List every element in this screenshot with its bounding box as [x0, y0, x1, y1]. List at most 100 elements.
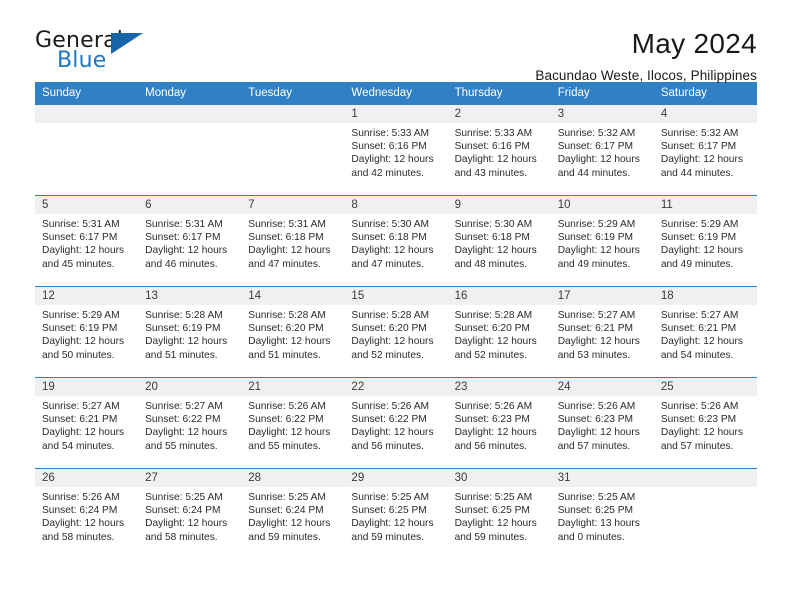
calendar-day-cell[interactable]: 31 Sunrise: 5:25 AM Sunset: 6:25 PM Dayligh…: [550, 469, 654, 559]
calendar-day-cell[interactable]: 11 Sunrise: 5:29 AM Sunset: 6:19 PM Dayligh…: [653, 196, 757, 286]
daylight-line-2: and 54 minutes.: [42, 440, 115, 452]
logo-triangle-icon: [111, 33, 143, 54]
daylight-line-1: Daylight: 12 hours: [557, 245, 640, 257]
calendar-week-row: 26 Sunrise: 5:26 AM Sunset: 6:24 PM Dayligh…: [35, 468, 757, 559]
daylight-line-2: and 46 minutes.: [145, 258, 218, 270]
daylight-line-1: Daylight: 12 hours: [557, 427, 640, 439]
calendar-day-cell[interactable]: 9 Sunrise: 5:30 AM Sunset: 6:18 PM Daylight…: [447, 196, 551, 286]
sunrise-line: Sunrise: 5:33 AM: [454, 128, 533, 139]
calendar-day-cell[interactable]: 28 Sunrise: 5:25 AM Sunset: 6:24 PM Dayligh…: [241, 469, 345, 559]
calendar-day-cell[interactable]: 5 Sunrise: 5:31 AM Sunset: 6:17 PM Daylight…: [35, 196, 139, 286]
calendar-day-cell[interactable]: 1 Sunrise: 5:33 AM Sunset: 6:16 PM Daylight…: [344, 105, 448, 195]
calendar-day-cell[interactable]: 13 Sunrise: 5:28 AM Sunset: 6:19 PM Dayligh…: [138, 287, 242, 377]
calendar-day-cell[interactable]: 20 Sunrise: 5:27 AM Sunset: 6:22 PM Dayligh…: [138, 378, 242, 468]
daylight-line-2: and 45 minutes.: [42, 258, 115, 270]
calendar-day-cell[interactable]: 17 Sunrise: 5:27 AM Sunset: 6:21 PM Dayligh…: [550, 287, 654, 377]
daylight-line-2: and 42 minutes.: [351, 167, 424, 179]
daylight-line-2: and 53 minutes.: [557, 349, 631, 361]
sunset-line: Sunset: 6:21 PM: [660, 323, 737, 335]
daylight-line-2: and 49 minutes.: [557, 258, 631, 270]
daylight-line-1: Daylight: 12 hours: [454, 245, 537, 257]
daylight-line-1: Daylight: 12 hours: [145, 336, 228, 348]
day-detail-text: Sunrise: 5:25 AM Sunset: 6:25 PM Daylight:…: [344, 487, 447, 544]
day-number: 8: [344, 196, 448, 214]
calendar-day-cell[interactable]: 12 Sunrise: 5:29 AM Sunset: 6:19 PM Dayligh…: [35, 287, 139, 377]
day-number: 28: [241, 469, 345, 487]
calendar-day-cell[interactable]: 19 Sunrise: 5:27 AM Sunset: 6:21 PM Dayligh…: [35, 378, 139, 468]
sunrise-line: Sunrise: 5:29 AM: [557, 219, 636, 230]
daylight-line-1: Daylight: 12 hours: [145, 427, 228, 439]
sunrise-line: Sunrise: 5:31 AM: [248, 219, 326, 230]
day-number: 24: [550, 378, 654, 396]
day-number: 13: [138, 287, 242, 305]
daylight-line-1: Daylight: 12 hours: [248, 245, 331, 257]
day-detail-text: Sunrise: 5:31 AM Sunset: 6:17 PM Daylight:…: [35, 214, 138, 271]
calendar-day-cell[interactable]: 21 Sunrise: 5:26 AM Sunset: 6:22 PM Dayligh…: [241, 378, 345, 468]
calendar-day-cell[interactable]: 7 Sunrise: 5:31 AM Sunset: 6:18 PM Daylight…: [241, 196, 345, 286]
sunset-line: Sunset: 6:22 PM: [145, 414, 221, 426]
day-number: 18: [653, 287, 757, 305]
daylight-line-1: Daylight: 12 hours: [42, 427, 125, 439]
sunset-line: Sunset: 6:23 PM: [557, 414, 634, 426]
daylight-line-2: and 55 minutes.: [248, 440, 321, 452]
day-number: 19: [35, 378, 139, 396]
calendar-day-cell[interactable]: 6 Sunrise: 5:31 AM Sunset: 6:17 PM Daylight…: [138, 196, 242, 286]
daylight-line-1: Daylight: 12 hours: [248, 336, 331, 348]
calendar-day-cell[interactable]: 3 Sunrise: 5:32 AM Sunset: 6:17 PM Daylight…: [550, 105, 654, 195]
sunset-line: Sunset: 6:20 PM: [454, 323, 530, 335]
sunset-line: Sunset: 6:18 PM: [248, 232, 324, 244]
sunrise-line: Sunrise: 5:29 AM: [660, 219, 739, 230]
calendar-day-cell[interactable]: 18 Sunrise: 5:27 AM Sunset: 6:21 PM Dayligh…: [653, 287, 757, 377]
calendar-day-cell[interactable]: 27 Sunrise: 5:25 AM Sunset: 6:24 PM Dayligh…: [138, 469, 242, 559]
calendar-day-cell[interactable]: 2 Sunrise: 5:33 AM Sunset: 6:16 PM Daylight…: [447, 105, 551, 195]
daylight-line-2: and 0 minutes.: [557, 531, 625, 543]
calendar-day-cell[interactable]: 24 Sunrise: 5:26 AM Sunset: 6:23 PM Dayligh…: [550, 378, 654, 468]
day-detail-text: Sunrise: 5:28 AM Sunset: 6:19 PM Daylight:…: [138, 305, 241, 362]
calendar-day-cell[interactable]: 8 Sunrise: 5:30 AM Sunset: 6:18 PM Daylight…: [344, 196, 448, 286]
sunset-line: Sunset: 6:24 PM: [42, 505, 118, 517]
sunrise-line: Sunrise: 5:32 AM: [660, 128, 739, 139]
calendar-page: General Blue May 2024 Bacundao Weste, Il…: [0, 0, 792, 612]
sunset-line: Sunset: 6:19 PM: [145, 323, 221, 335]
daylight-line-1: Daylight: 12 hours: [557, 336, 640, 348]
calendar-cell-empty: [35, 105, 139, 195]
sunrise-line: Sunrise: 5:33 AM: [351, 128, 430, 139]
calendar-day-cell[interactable]: 14 Sunrise: 5:28 AM Sunset: 6:20 PM Dayligh…: [241, 287, 345, 377]
calendar-day-cell[interactable]: 29 Sunrise: 5:25 AM Sunset: 6:25 PM Dayligh…: [344, 469, 448, 559]
daylight-line-2: and 57 minutes.: [557, 440, 631, 452]
day-number: 16: [447, 287, 551, 305]
day-detail-text: Sunrise: 5:31 AM Sunset: 6:18 PM Daylight:…: [241, 214, 344, 271]
day-number: 6: [138, 196, 242, 214]
calendar-day-cell[interactable]: 30 Sunrise: 5:25 AM Sunset: 6:25 PM Dayligh…: [447, 469, 551, 559]
weekday-header-tuesday: Tuesday: [241, 82, 345, 105]
calendar-day-cell[interactable]: 15 Sunrise: 5:28 AM Sunset: 6:20 PM Dayligh…: [344, 287, 448, 377]
daylight-line-2: and 51 minutes.: [145, 349, 218, 361]
calendar-week-row: 1 Sunrise: 5:33 AM Sunset: 6:16 PM Daylight…: [35, 104, 757, 196]
sunset-line: Sunset: 6:21 PM: [557, 323, 634, 335]
day-detail-text: Sunrise: 5:33 AM Sunset: 6:16 PM Daylight:…: [448, 123, 551, 180]
calendar-day-cell[interactable]: 4 Sunrise: 5:32 AM Sunset: 6:17 PM Daylight…: [653, 105, 757, 195]
day-number: [35, 105, 139, 123]
sunrise-line: Sunrise: 5:28 AM: [248, 310, 326, 321]
daylight-line-2: and 56 minutes.: [351, 440, 424, 452]
calendar-day-cell[interactable]: 26 Sunrise: 5:26 AM Sunset: 6:24 PM Dayligh…: [35, 469, 139, 559]
daylight-line-1: Daylight: 13 hours: [557, 518, 640, 530]
calendar-day-cell[interactable]: 25 Sunrise: 5:26 AM Sunset: 6:23 PM Dayligh…: [653, 378, 757, 468]
day-detail-text: Sunrise: 5:28 AM Sunset: 6:20 PM Daylight:…: [448, 305, 551, 362]
daylight-line-1: Daylight: 12 hours: [42, 245, 125, 257]
sunrise-line: Sunrise: 5:26 AM: [454, 401, 533, 412]
calendar-day-cell[interactable]: 23 Sunrise: 5:26 AM Sunset: 6:23 PM Dayligh…: [447, 378, 551, 468]
sunset-line: Sunset: 6:25 PM: [454, 505, 530, 517]
day-number: 27: [138, 469, 242, 487]
day-detail-text: Sunrise: 5:30 AM Sunset: 6:18 PM Daylight:…: [448, 214, 551, 271]
day-number: 23: [447, 378, 551, 396]
daylight-line-2: and 48 minutes.: [454, 258, 528, 270]
day-detail-text: Sunrise: 5:26 AM Sunset: 6:23 PM Daylight:…: [654, 396, 757, 453]
sunrise-line: Sunrise: 5:28 AM: [454, 310, 533, 321]
calendar-day-cell[interactable]: 22 Sunrise: 5:26 AM Sunset: 6:22 PM Dayligh…: [344, 378, 448, 468]
sunrise-line: Sunrise: 5:31 AM: [145, 219, 223, 230]
calendar-day-cell[interactable]: 16 Sunrise: 5:28 AM Sunset: 6:20 PM Dayligh…: [447, 287, 551, 377]
calendar-day-cell[interactable]: 10 Sunrise: 5:29 AM Sunset: 6:19 PM Dayligh…: [550, 196, 654, 286]
day-number: 2: [447, 105, 551, 123]
daylight-line-1: Daylight: 12 hours: [660, 427, 743, 439]
